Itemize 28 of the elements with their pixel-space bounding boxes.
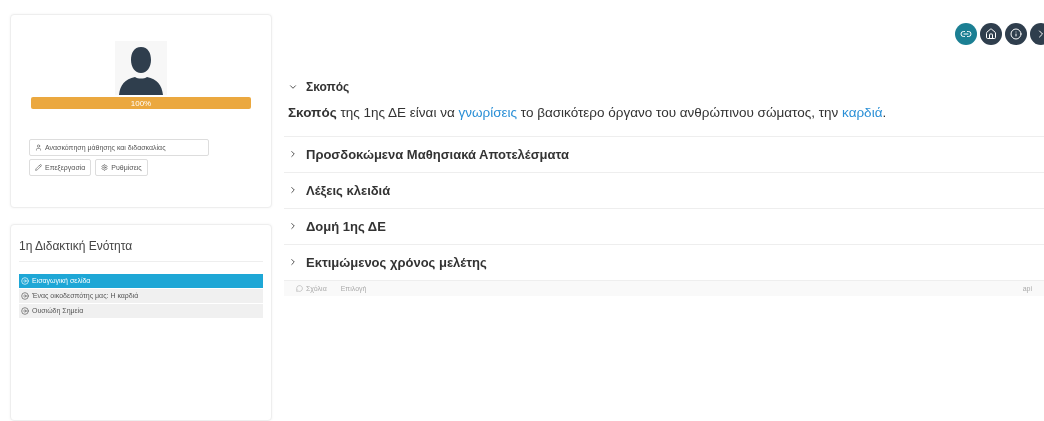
chevron-right-icon (288, 221, 298, 232)
info-icon (1010, 28, 1022, 40)
pencil-icon (35, 164, 42, 171)
section-header[interactable]: Προσδοκώμενα Μαθησιακά Αποτελέσματα (288, 146, 1044, 162)
arrow-circle-icon (21, 276, 29, 285)
section-header[interactable]: Εκτιμώμενος χρόνος μελέτης (288, 254, 1044, 270)
home-button[interactable] (980, 23, 1002, 45)
chevron-right-icon (288, 149, 298, 160)
chevron-down-icon (288, 82, 298, 92)
avatar-icon (115, 41, 167, 95)
section-header[interactable]: Λέξεις κλειδιά (288, 182, 1044, 198)
chevron-right-icon (288, 257, 298, 268)
unit-title: 1η Διδακτική Ενότητα (19, 238, 263, 262)
user-icon (35, 144, 42, 151)
link-icon (960, 28, 972, 40)
progress-fill: 100% (31, 97, 251, 109)
comment-icon (296, 284, 303, 292)
arrow-circle-icon (21, 291, 29, 300)
settings-icon (101, 164, 109, 171)
link-button[interactable] (955, 23, 977, 45)
text-link[interactable]: γνωρίσεις (458, 105, 517, 120)
section-paragraph: Σκοπός της 1ης ΔΕ είναι να γνωρίσεις το βασικότερο όργανο του ανθρώπινου σώματος, την καρδιά. (288, 104, 888, 122)
section-header[interactable]: Δομή 1ης ΔΕ (288, 218, 1044, 234)
home-icon (985, 28, 997, 40)
section-header[interactable]: Σκοπός (288, 80, 1044, 94)
arrow-circle-icon (21, 306, 29, 315)
info-button[interactable] (1005, 23, 1027, 45)
chevron-right-icon (288, 185, 298, 196)
